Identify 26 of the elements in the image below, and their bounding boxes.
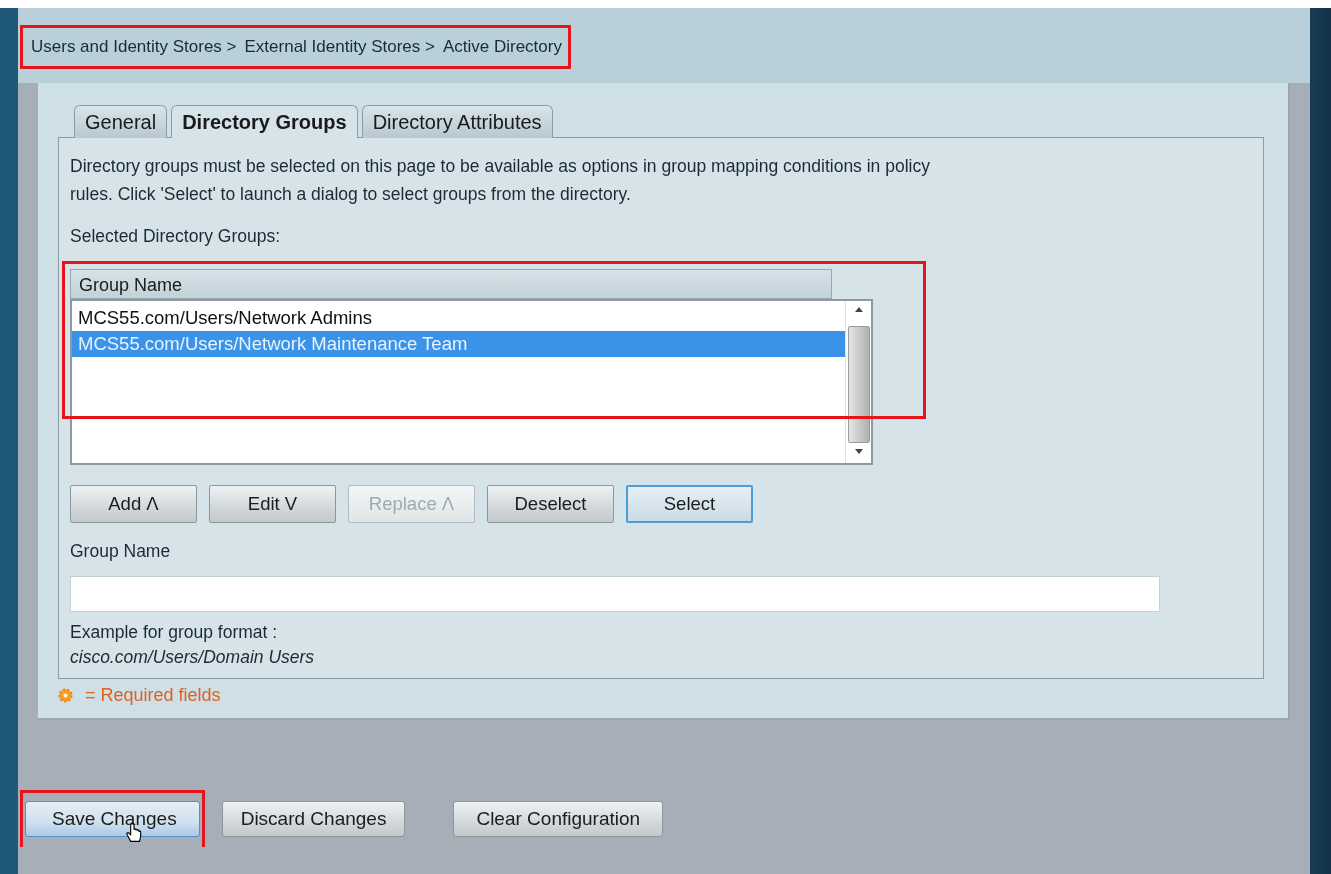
scrollbar[interactable] (845, 301, 871, 463)
tab[interactable]: Directory Attributes (361, 105, 553, 138)
footer-button[interactable]: Clear Configuration (453, 801, 664, 837)
footer-button[interactable]: Save Changes (25, 801, 200, 837)
column-header[interactable]: Group Name (70, 269, 832, 299)
breadcrumb-item: Active Directory (442, 37, 562, 57)
breadcrumb-item[interactable]: External Identity Stores > (244, 37, 435, 57)
tab[interactable]: General (74, 105, 168, 138)
list-item[interactable]: MCS55.com/Users/Network Admins (72, 305, 845, 331)
field-label: Group Name (70, 541, 172, 562)
example-label: Example for group format : (70, 622, 279, 643)
group-name-field[interactable] (70, 576, 1160, 612)
tab[interactable]: Directory Groups (171, 105, 358, 138)
list-button[interactable]: Select (626, 485, 753, 523)
list-button[interactable]: Deselect (487, 485, 614, 523)
required-note: = Required fields (85, 685, 221, 706)
field-label: Selected Directory Groups: (70, 226, 282, 247)
description-text: Directory groups must be selected on this page to be available as options in group mapping conditions in policy rules. Click 'Select' to launch a dialog to select groups from the directory. (70, 155, 930, 206)
gear-icon (58, 688, 73, 703)
footer-button[interactable]: Discard Changes (221, 801, 406, 837)
example-text: cisco.com/Users/Domain Users (70, 647, 316, 668)
breadcrumb-item[interactable]: Users and Identity Stores > (31, 37, 237, 57)
list-button[interactable]: Add Λ (70, 485, 197, 523)
scroll-up-icon[interactable] (854, 307, 863, 312)
scroll-down-icon[interactable] (854, 449, 863, 454)
list-button[interactable]: Edit V (209, 485, 336, 523)
